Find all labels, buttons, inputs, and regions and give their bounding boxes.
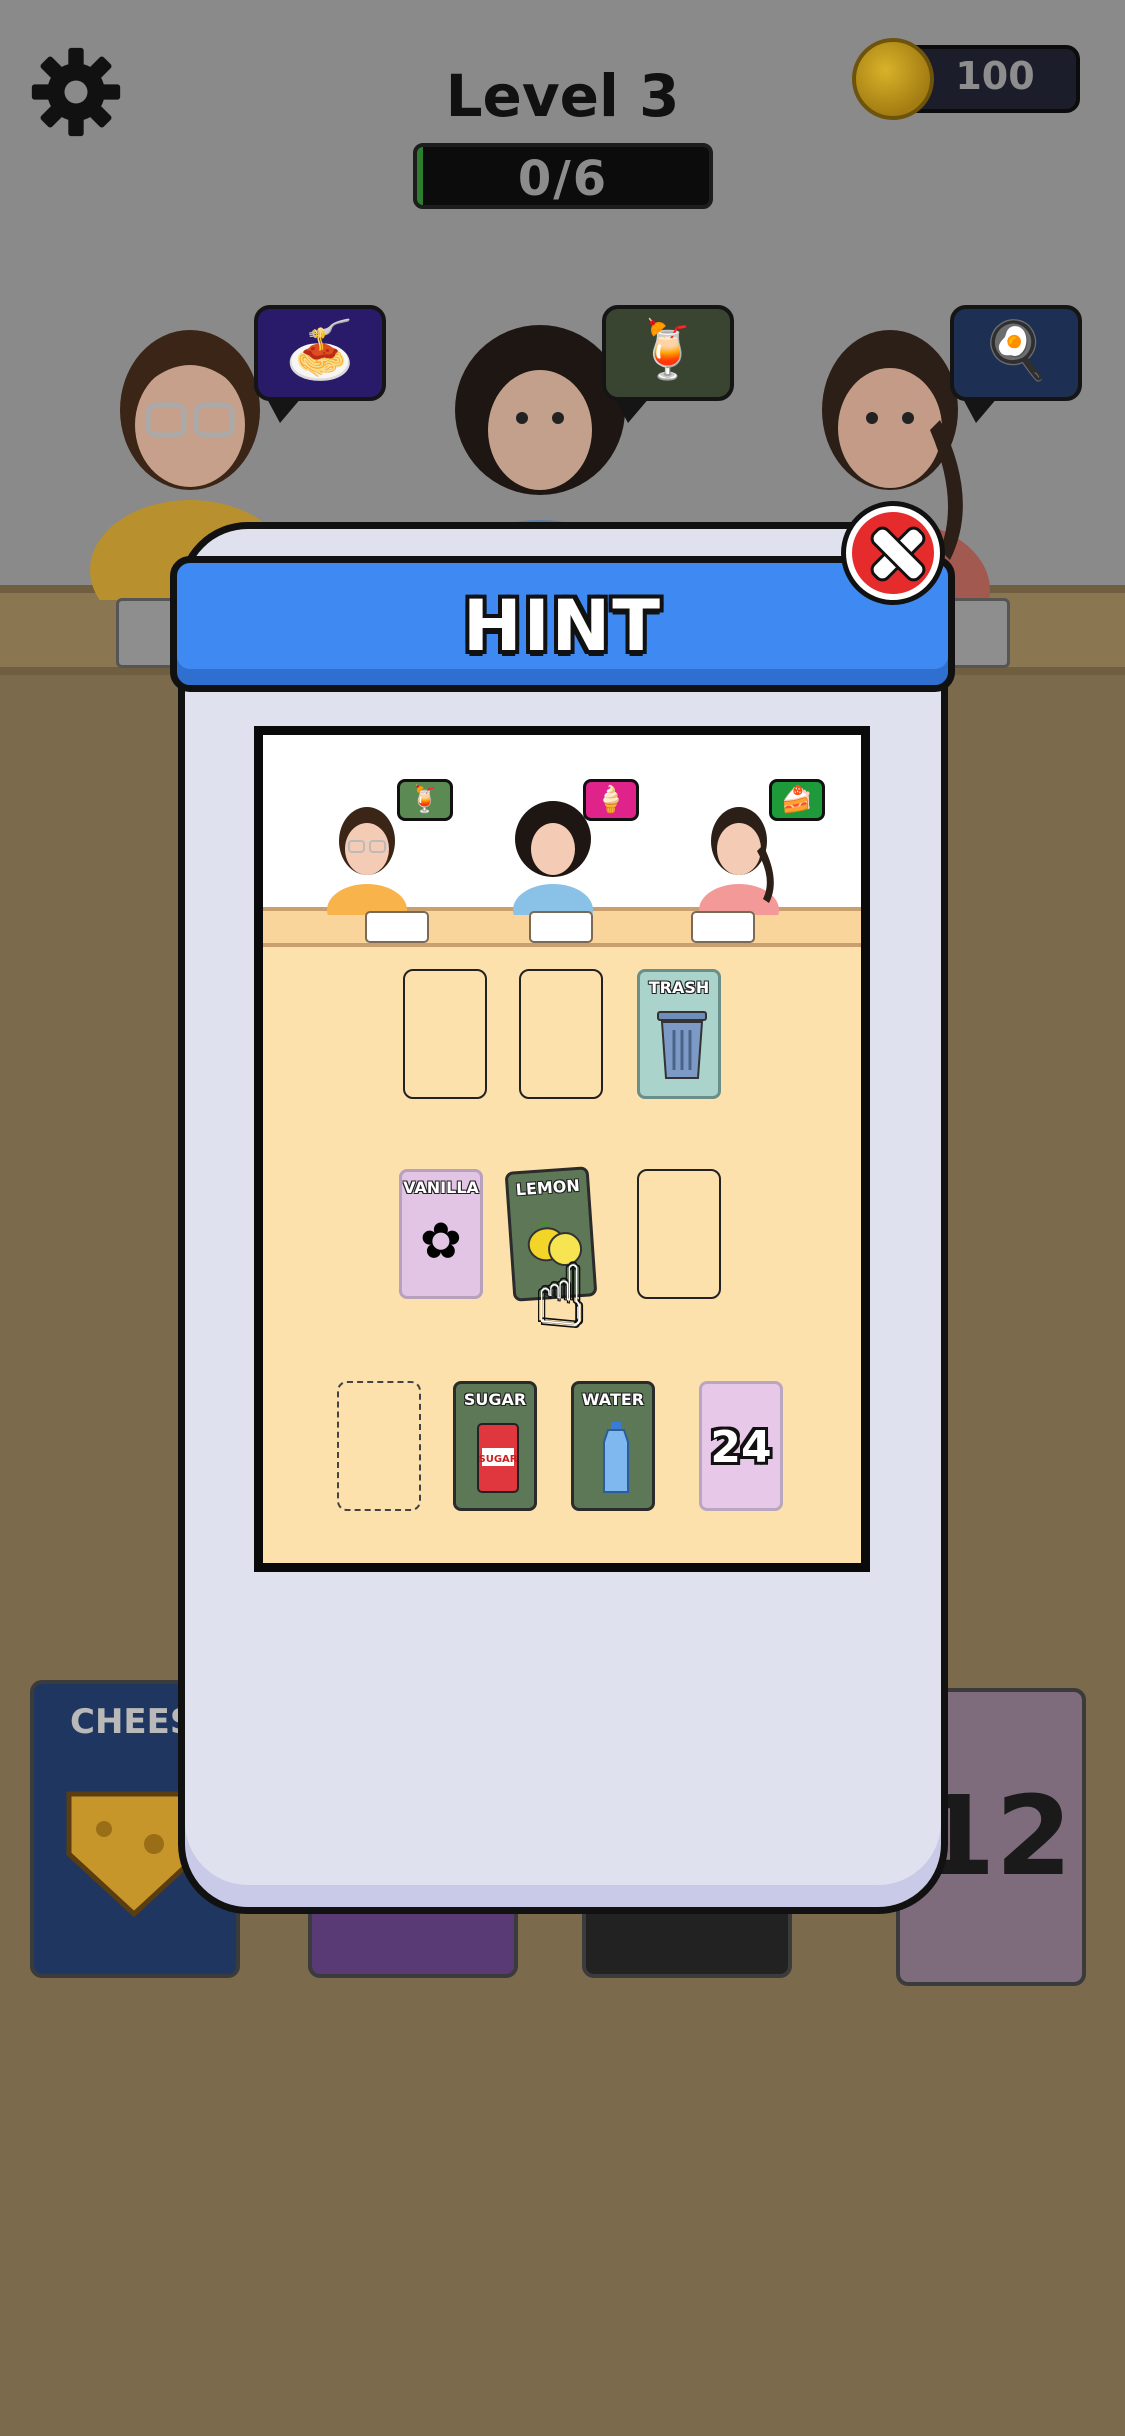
gear-icon[interactable] [28, 44, 124, 140]
card-slot-empty [637, 1169, 721, 1299]
hint-deck-count: 24 [710, 1422, 772, 1473]
water-card-label: WATER [581, 1390, 645, 1409]
card-slot-empty [519, 969, 603, 1099]
level-title: Level 3 [445, 62, 680, 130]
progress-text: 0/6 [517, 151, 609, 207]
lemonade-icon: 🍹 [633, 318, 703, 383]
coin-value: 100 [955, 54, 1035, 98]
card-slot-dashed [337, 1381, 421, 1511]
mini-plate [365, 911, 429, 943]
draw-deck-card: 24 [699, 1381, 783, 1511]
trash-card: TRASH [637, 969, 721, 1099]
hint-illustration: 🍹 🍦 🍰 TRASH VANILLA ✿ LEMON ☝ SUGAR SUGA… [254, 726, 870, 1572]
water-card: WATER [571, 1381, 655, 1511]
vanilla-card: VANILLA ✿ [399, 1169, 483, 1299]
vanilla-card-label: VANILLA [403, 1178, 479, 1197]
coin-icon [852, 38, 934, 120]
trash-card-label: TRASH [648, 978, 710, 997]
pointer-hand-icon: ☝ [535, 1247, 587, 1345]
cheese-card-label: CHEES [70, 1702, 195, 1742]
mini-bubble-icecream: 🍦 [583, 779, 639, 821]
svg-text:SUGAR: SUGAR [479, 1454, 518, 1465]
mini-plate [691, 911, 755, 943]
sugar-card-label: SUGAR [463, 1390, 527, 1409]
trash-icon [657, 1011, 707, 1079]
order-bubble-noodles: 🍝 [254, 305, 386, 423]
water-bottle-icon [603, 1422, 629, 1493]
vanilla-flower-icon: ✿ [420, 1212, 462, 1270]
order-progress-bar: 0/6 [413, 143, 713, 209]
hint-modal-header: HINT [170, 556, 955, 692]
fried-egg-icon: 🍳 [981, 318, 1051, 383]
lemon-card-label: LEMON [515, 1175, 581, 1200]
mini-bubble-lemonade: 🍹 [397, 779, 453, 821]
order-bubble-egg: 🍳 [950, 305, 1082, 423]
card-slot-empty [403, 969, 487, 1099]
sugar-card: SUGAR SUGAR [453, 1381, 537, 1511]
mini-bubble-cake: 🍰 [769, 779, 825, 821]
noodle-bowl-icon: 🍝 [285, 318, 355, 383]
mini-plate [529, 911, 593, 943]
order-bubble-lemonade: 🍹 [602, 305, 734, 423]
hint-modal-title: HINT [463, 585, 662, 667]
sugar-pack-icon: SUGAR [477, 1423, 519, 1493]
close-button[interactable] [846, 506, 940, 600]
